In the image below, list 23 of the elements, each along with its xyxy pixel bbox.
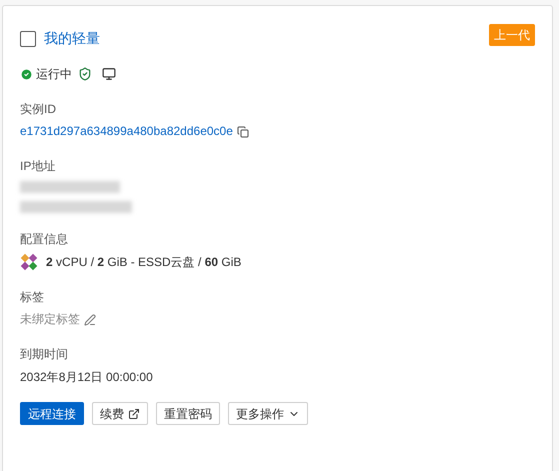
shield-check-icon[interactable] [78,67,92,81]
field-label: 配置信息 [20,232,68,246]
external-link-icon [128,408,140,420]
field-label: 实例ID [20,102,56,116]
tag-value: 未绑定标签 [20,311,80,328]
status-text: 运行中 [36,66,72,83]
instance-name[interactable]: 我的轻量 [44,28,100,49]
select-checkbox[interactable] [20,30,36,46]
os-logo-icon [20,253,38,271]
spec-text: 2 vCPU / 2 GiB - ESSD云盘 / 60 GiB [46,254,242,270]
generation-badge: 上一代 [489,24,535,46]
instance-id-link[interactable]: e1731d297a634899a480ba82dd6e0c0e [20,123,233,140]
expiry-date: 2032年8月12日 00:00:00 [20,370,153,384]
edit-icon[interactable] [84,314,96,326]
monitor-icon[interactable] [102,67,116,81]
field-label: 到期时间 [20,347,68,361]
action-button[interactable]: 重置密码 [156,402,220,425]
action-button[interactable]: 续费 [92,402,148,425]
copy-icon[interactable] [236,126,249,138]
action-button[interactable]: 更多操作 [228,402,308,425]
action-button[interactable]: 远程连接 [20,402,84,425]
field-label: IP地址 [20,159,56,173]
field-label: 标签 [20,290,44,304]
